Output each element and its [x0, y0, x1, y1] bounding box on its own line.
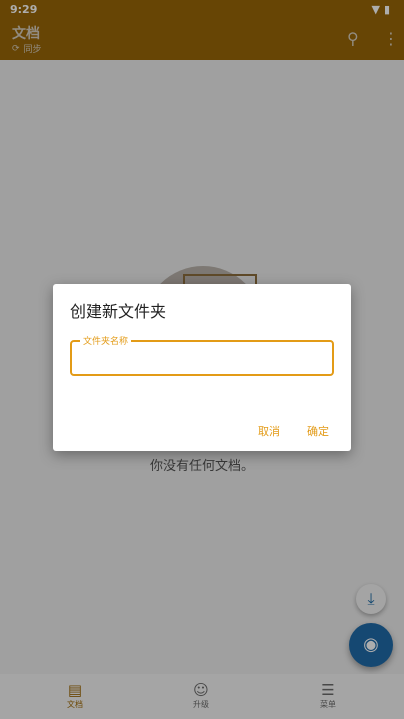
cancel-button[interactable]: 取消: [258, 423, 280, 439]
dialog-title: 创建新文件夹: [70, 302, 167, 321]
folder-name-field[interactable]: 文件夹名称: [70, 334, 334, 376]
confirm-button[interactable]: 确定: [307, 423, 329, 439]
folder-name-input[interactable]: [80, 348, 324, 370]
folder-name-label: 文件夹名称: [80, 334, 132, 347]
create-folder-dialog: 创建新文件夹 文件夹名称 取消 确定: [53, 284, 351, 451]
